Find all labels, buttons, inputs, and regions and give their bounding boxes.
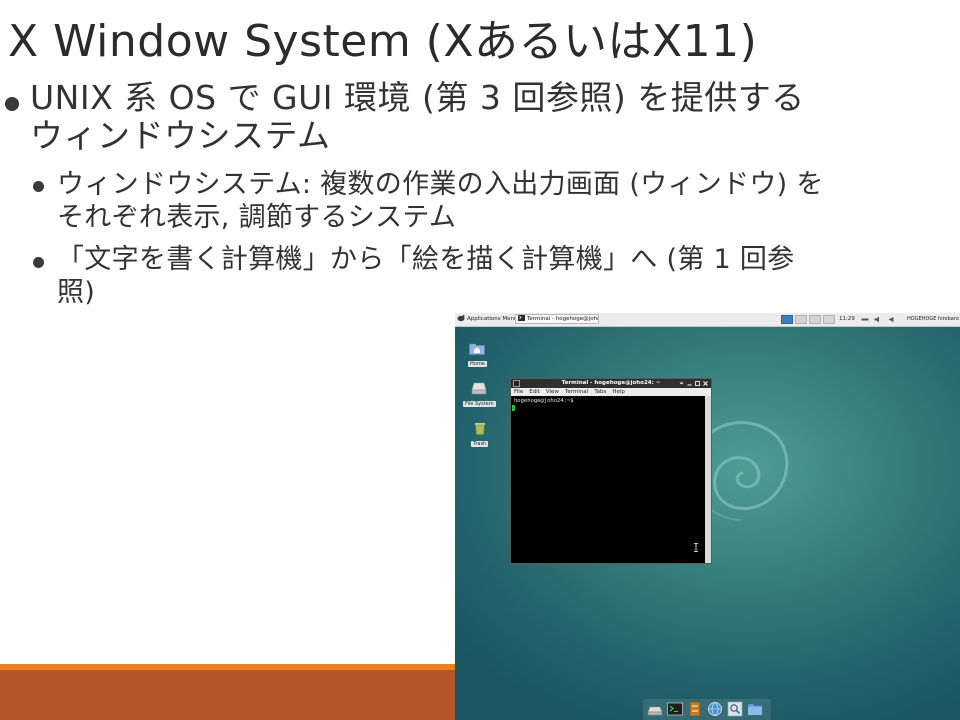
workspace-3[interactable] (809, 315, 821, 324)
panel-clock[interactable]: 11:29 (839, 315, 855, 324)
user-menu-label[interactable]: HOGEHOGE hirobaro (907, 315, 959, 324)
network-icon[interactable] (887, 316, 895, 325)
bullet-1-line-1: UNIX 系 OS で GUI 環境 (第 3 回参照) を提供する (30, 78, 805, 117)
drive-icon[interactable] (647, 701, 663, 717)
terminal-icon (518, 315, 525, 323)
file-manager-icon[interactable] (687, 701, 703, 717)
terminal-icon[interactable] (667, 701, 683, 717)
ibeam-cursor-icon (693, 537, 699, 556)
taskbar-item-terminal[interactable]: Terminal - hogehoge@joho... (515, 314, 599, 324)
terminal-window[interactable]: Terminal - hogehoge@joho24: ~ File Edit … (510, 378, 712, 564)
drive-icon (471, 380, 487, 399)
menu-edit[interactable]: Edit (529, 388, 540, 396)
terminal-title: Terminal - hogehoge@joho24: ~ (561, 380, 661, 386)
sub-bullet-2-line-2: 照) (57, 277, 96, 308)
bullet-dot (5, 97, 19, 111)
workspace-4[interactable] (823, 315, 835, 324)
folder-icon[interactable] (747, 701, 763, 717)
taskbar-item-label: Terminal - hogehoge@joho... (527, 316, 599, 322)
terminal-cursor (512, 405, 515, 411)
xfce-mouse-icon (457, 314, 465, 326)
sub-bullet-dot (33, 181, 44, 192)
sub-bullet-dot (33, 257, 44, 268)
web-browser-icon[interactable] (707, 701, 723, 717)
menu-terminal[interactable]: Terminal (565, 388, 588, 396)
trash-icon (472, 420, 488, 439)
desktop-icon-trash[interactable]: Trash (471, 420, 489, 447)
workspace-2[interactable] (795, 315, 807, 324)
menu-tabs[interactable]: Tabs (594, 388, 606, 396)
sub-bullet-2-line-1: 「文字を書く計算機」から「絵を描く計算機」へ (第 1 回参 (57, 244, 795, 275)
sub-bullet-1-line-2: それぞれ表示, 調節するシステム (57, 202, 457, 233)
volume-icon[interactable] (874, 316, 882, 325)
menu-file[interactable]: File (514, 388, 523, 396)
sub-bullet-1-line-1: ウィンドウシステム: 複数の作業の入出力画面 (ウィンドウ) を (57, 169, 824, 200)
desktop-icon-label: File System (463, 401, 496, 407)
footer-band (0, 670, 455, 720)
desktop-screenshot: Applications Menu Terminal - hogehoge@jo… (455, 313, 960, 720)
terminal-scrollbar[interactable] (705, 396, 711, 563)
menu-view[interactable]: View (546, 388, 559, 396)
desktop-icon-file-system[interactable]: File System (463, 380, 496, 407)
desktop-icon-home[interactable]: Home (468, 340, 487, 367)
menu-help[interactable]: Help (612, 388, 625, 396)
desktop-icon-label: Home (468, 361, 487, 367)
terminal-prompt: hogehoge@joho24:~$ (514, 398, 574, 404)
search-icon[interactable] (727, 701, 743, 717)
terminal-titlebar[interactable]: Terminal - hogehoge@joho24: ~ (511, 379, 711, 388)
applications-menu-label: Applications Menu (467, 316, 518, 322)
terminal-body[interactable]: hogehoge@joho24:~$ (511, 396, 705, 563)
workspace-1[interactable] (781, 315, 793, 324)
applications-menu-button[interactable]: Applications Menu (457, 314, 518, 326)
bullet-1-line-2: ウィンドウシステム (30, 116, 331, 155)
bottom-dock (643, 699, 771, 720)
desktop-icon-label: Trash (471, 441, 489, 447)
terminal-menubar: File Edit View Terminal Tabs Help (511, 388, 711, 396)
slide-title: X Window System (XあるいはX11) (8, 16, 758, 67)
top-panel: Applications Menu Terminal - hogehoge@jo… (455, 313, 960, 327)
home-folder-icon (469, 340, 486, 359)
tray-app-icon[interactable] (861, 316, 869, 325)
